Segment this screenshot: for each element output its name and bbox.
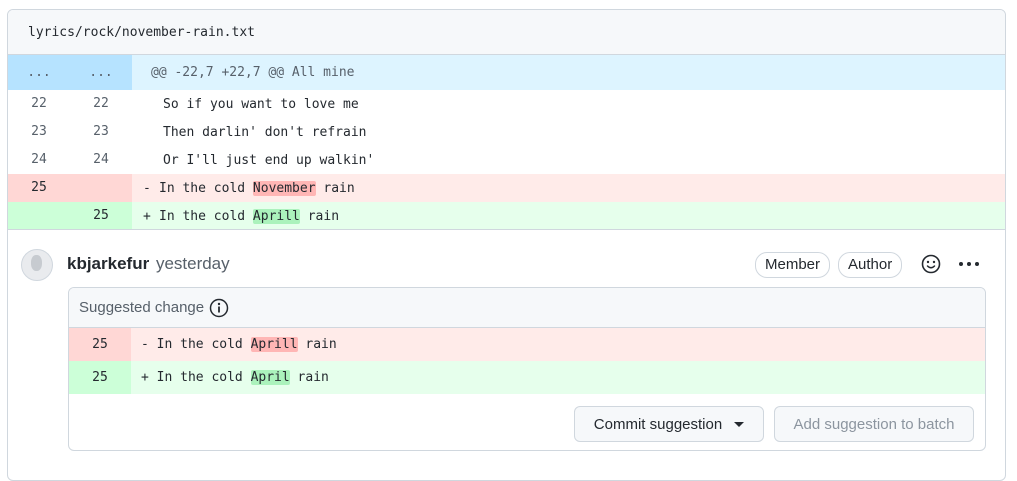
suggested-change-box: Suggested change 25 - In the cold Aprill… xyxy=(68,287,986,451)
code-text: rain xyxy=(299,208,340,224)
commit-suggestion-label: Commit suggestion xyxy=(593,415,723,433)
line-number-right[interactable]: 23 xyxy=(70,118,132,146)
hunk-expand-left[interactable]: ... xyxy=(8,55,70,90)
line-number-right[interactable]: 25 xyxy=(70,202,132,230)
suggestion-actions: Commit suggestion Add suggestion to batc… xyxy=(69,394,985,450)
code-text: In the cold xyxy=(156,370,251,385)
author-name[interactable]: kbjarkefur xyxy=(67,254,149,273)
author-badge: Author xyxy=(838,252,903,278)
line-number-left[interactable]: 23 xyxy=(8,118,70,146)
code-text: In the cold xyxy=(156,337,251,352)
member-badge: Member xyxy=(755,252,831,278)
suggestion-line-number: 25 xyxy=(69,328,131,361)
code-text: In the cold xyxy=(159,208,253,224)
file-header: lyrics/rock/november-rain.txt xyxy=(8,10,1005,55)
kebab-horizontal-icon[interactable] xyxy=(958,256,980,277)
hunk-text: @@ -22,7 +22,7 @@ All mine xyxy=(151,65,355,80)
info-icon[interactable] xyxy=(209,298,229,318)
code-line: + In the cold April rain xyxy=(131,370,329,385)
code-line: - In the cold Aprill rain xyxy=(131,337,337,352)
add-to-batch-label: Add suggestion to batch xyxy=(793,415,955,433)
code-text: In the cold xyxy=(159,180,253,196)
diff-row-deleted: 25 - In the cold November rain xyxy=(8,174,1005,202)
code-text: rain xyxy=(315,180,355,196)
suggestion-line-number: 25 xyxy=(69,361,131,394)
smiley-icon[interactable] xyxy=(921,254,941,279)
line-number-left[interactable]: 22 xyxy=(8,90,70,118)
deleted-word: November xyxy=(252,180,316,196)
diff-row-context: 24 24 Or I'll just end up walkin' xyxy=(8,146,1005,174)
addition-sign: + xyxy=(141,370,149,385)
avatar[interactable] xyxy=(21,249,53,281)
add-to-batch-button[interactable]: Add suggestion to batch xyxy=(774,406,974,442)
hunk-expand-right[interactable]: ... xyxy=(70,55,132,90)
deletion-sign: - xyxy=(143,180,151,196)
comment-time[interactable]: yesterday xyxy=(156,254,230,273)
code-line: - In the cold November rain xyxy=(133,180,355,196)
review-comment: kbjarkefur yesterday Member Author Sugge… xyxy=(8,229,1005,480)
code-line: Then darlin' don't refrain xyxy=(163,124,367,140)
code-line: + In the cold Aprill rain xyxy=(133,208,340,224)
diff-row-added: 25 + In the cold Aprill rain xyxy=(8,202,1005,230)
code-text: rain xyxy=(297,337,337,352)
deleted-word: Aprill xyxy=(250,337,298,352)
suggestion-row-deleted: 25 - In the cold Aprill rain xyxy=(69,328,985,361)
file-path[interactable]: lyrics/rock/november-rain.txt xyxy=(28,25,255,40)
deletion-sign: - xyxy=(141,337,149,352)
line-number-right-empty xyxy=(70,174,132,202)
caret-down-icon xyxy=(734,421,745,427)
addition-sign: + xyxy=(143,208,151,224)
code-line: So if you want to love me xyxy=(163,96,359,112)
suggested-change-header: Suggested change xyxy=(69,288,985,328)
added-word: April xyxy=(250,370,290,385)
code-text: rain xyxy=(289,370,329,385)
avatar-image xyxy=(31,255,42,271)
commit-suggestion-button[interactable]: Commit suggestion xyxy=(574,406,764,442)
line-number-left[interactable]: 25 xyxy=(8,174,70,202)
line-number-left[interactable]: 24 xyxy=(8,146,70,174)
line-number-left-empty xyxy=(8,202,70,230)
added-word: Aprill xyxy=(252,208,300,224)
line-number-right[interactable]: 22 xyxy=(70,90,132,118)
suggestion-row-added: 25 + In the cold April rain xyxy=(69,361,985,394)
diff-panel: lyrics/rock/november-rain.txt ... ... @@… xyxy=(7,9,1006,481)
diff-row-context: 23 23 Then darlin' don't refrain xyxy=(8,118,1005,146)
suggested-change-title: Suggested change xyxy=(79,299,205,316)
hunk-header-row: ... ... @@ -22,7 +22,7 @@ All mine xyxy=(8,55,1005,90)
line-number-right[interactable]: 24 xyxy=(70,146,132,174)
code-line: Or I'll just end up walkin' xyxy=(163,152,375,168)
comment-header: kbjarkefur yesterday xyxy=(67,254,230,274)
diff-row-context: 22 22 So if you want to love me xyxy=(8,90,1005,118)
